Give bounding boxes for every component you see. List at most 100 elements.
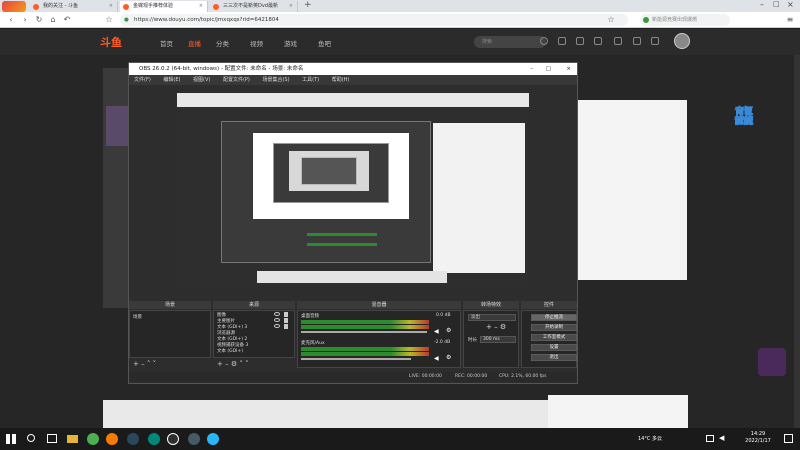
track-settings-gear-icon[interactable]: ⚙ [446, 327, 451, 334]
close-tab-icon[interactable]: × [199, 1, 203, 12]
app-icon-orange[interactable] [106, 433, 118, 445]
avatar[interactable] [674, 33, 690, 49]
location-icon[interactable] [651, 37, 659, 45]
nav-link-game[interactable]: 游戏 [284, 38, 297, 48]
windows-start-icon[interactable] [6, 434, 16, 444]
browser-search-input[interactable]: 新能源竞赛出现爆燃 [640, 14, 730, 26]
speaker-icon[interactable]: ◀ [434, 355, 439, 362]
visibility-eye-icon[interactable] [274, 318, 280, 322]
follow-icon[interactable] [576, 37, 584, 45]
star-icon[interactable]: ☆ [104, 15, 114, 25]
site-search-input[interactable]: 搜索 [474, 36, 546, 48]
app-icon-dark[interactable] [188, 433, 200, 445]
close-tab-icon[interactable]: × [109, 1, 113, 12]
undo-icon[interactable]: ↶ [62, 15, 72, 25]
move-down-icon[interactable]: ˅ [153, 360, 157, 368]
move-up-icon[interactable]: ˄ [239, 360, 243, 368]
search-icon[interactable] [540, 37, 548, 45]
app-icon-green[interactable] [87, 433, 99, 445]
steam-icon[interactable] [127, 433, 139, 445]
scene-item[interactable]: 场景 [133, 314, 142, 320]
event-badge-icon[interactable] [758, 348, 786, 376]
menu-help[interactable]: 帮助(H) [332, 77, 350, 83]
move-down-icon[interactable]: ˅ [245, 360, 249, 368]
volume-icon[interactable]: ◀ [719, 434, 724, 442]
new-tab-icon[interactable]: + [304, 0, 312, 10]
settings-button[interactable]: 设置 [531, 344, 577, 351]
start-recording-button[interactable]: 开始录制 [531, 324, 577, 331]
exit-button[interactable]: 退出 [531, 354, 577, 361]
nav-link-home[interactable]: 首页 [160, 38, 173, 48]
obs-preview[interactable] [177, 93, 529, 287]
forward-icon[interactable]: › [20, 15, 30, 25]
obs-minimize-icon[interactable]: – [530, 63, 533, 75]
window-close-icon[interactable]: × [787, 0, 794, 9]
browser-logo-icon[interactable] [2, 1, 26, 12]
window-minimize-icon[interactable]: – [760, 0, 764, 9]
menu-file[interactable]: 文件(F) [134, 77, 151, 83]
url-input[interactable]: ● https://www.douyu.com/topic/jmxqxqs?ri… [120, 14, 628, 26]
nav-link-video[interactable]: 视频 [250, 38, 263, 48]
nav-link-category[interactable]: 分类 [216, 38, 229, 48]
remove-scene-icon[interactable]: – [141, 360, 145, 368]
message-icon[interactable] [594, 37, 602, 45]
notification-icon[interactable] [784, 434, 793, 443]
menu-icon[interactable]: ≡ [785, 15, 795, 25]
nav-link-fishbar[interactable]: 鱼吧 [318, 38, 331, 48]
duration-input[interactable]: 300 ms [480, 336, 516, 343]
weather-text[interactable]: 14°C 多云 [638, 435, 662, 442]
volume-slider[interactable] [301, 331, 427, 333]
add-transition-icon[interactable]: + [486, 323, 492, 331]
browser-icon[interactable] [207, 433, 219, 445]
upload-icon[interactable] [614, 37, 622, 45]
stop-streaming-button[interactable]: 停止推流 [531, 314, 577, 321]
task-view-icon[interactable] [47, 434, 57, 443]
volume-slider[interactable] [301, 358, 411, 360]
lock-icon[interactable] [284, 324, 288, 329]
back-icon[interactable]: ‹ [6, 15, 16, 25]
obs-close-icon[interactable]: × [566, 63, 571, 75]
source-item[interactable]: 文本 (GDI+) [217, 348, 243, 354]
nav-link-live[interactable]: 直播 [188, 38, 201, 48]
transition-select[interactable]: 淡出 [468, 314, 516, 321]
menu-edit[interactable]: 编辑(E) [163, 77, 180, 83]
menu-scene-collection[interactable]: 场景集合(S) [262, 77, 289, 83]
browser-tab-0[interactable]: 我的关注 - 斗鱼 × [30, 1, 118, 12]
search-icon[interactable] [27, 434, 35, 442]
add-scene-icon[interactable]: + [133, 360, 139, 368]
app-icon-teal[interactable] [148, 433, 160, 445]
obs-icon[interactable] [167, 433, 179, 445]
visibility-eye-icon[interactable] [274, 312, 280, 316]
lock-icon[interactable] [284, 312, 288, 317]
refresh-icon[interactable]: ↻ [34, 15, 44, 25]
move-up-icon[interactable]: ˄ [147, 360, 151, 368]
file-explorer-icon[interactable] [67, 435, 78, 443]
favorite-icon[interactable]: ☆ [606, 15, 616, 25]
source-properties-gear-icon[interactable]: ⚙ [231, 360, 237, 368]
scrollbar[interactable] [794, 55, 800, 428]
site-logo[interactable]: 斗鱼 [100, 34, 140, 50]
menu-view[interactable]: 视图(V) [193, 77, 210, 83]
visibility-eye-icon[interactable] [274, 324, 280, 328]
add-source-icon[interactable]: + [217, 360, 223, 368]
close-tab-icon[interactable]: × [289, 1, 293, 12]
transition-settings-gear-icon[interactable]: ⚙ [500, 323, 506, 331]
browser-tab-1[interactable]: 金蝶观手推荐体验 × [120, 1, 208, 12]
history-icon[interactable] [558, 37, 566, 45]
studio-mode-button[interactable]: 工作室模式 [531, 334, 577, 341]
network-icon[interactable] [706, 435, 714, 442]
window-maximize-icon[interactable]: □ [773, 0, 780, 8]
obs-maximize-icon[interactable]: □ [546, 63, 551, 75]
speaker-icon[interactable]: ◀ [434, 328, 439, 335]
menu-tools[interactable]: 工具(T) [302, 77, 319, 83]
taskbar-clock[interactable]: 14:29 2022/1/17 [738, 431, 778, 445]
gift-promo-icon[interactable]: 龘 [734, 100, 770, 140]
anchor-avatar[interactable] [106, 106, 128, 146]
home-icon[interactable]: ⌂ [48, 15, 58, 25]
download-icon[interactable] [633, 37, 641, 45]
menu-profile[interactable]: 配置文件(P) [223, 77, 250, 83]
remove-source-icon[interactable]: – [225, 360, 229, 368]
browser-tab-2[interactable]: 三三次不是新英Dvd最新 × [210, 1, 298, 12]
lock-icon[interactable] [284, 318, 288, 323]
track-settings-gear-icon[interactable]: ⚙ [446, 354, 451, 361]
